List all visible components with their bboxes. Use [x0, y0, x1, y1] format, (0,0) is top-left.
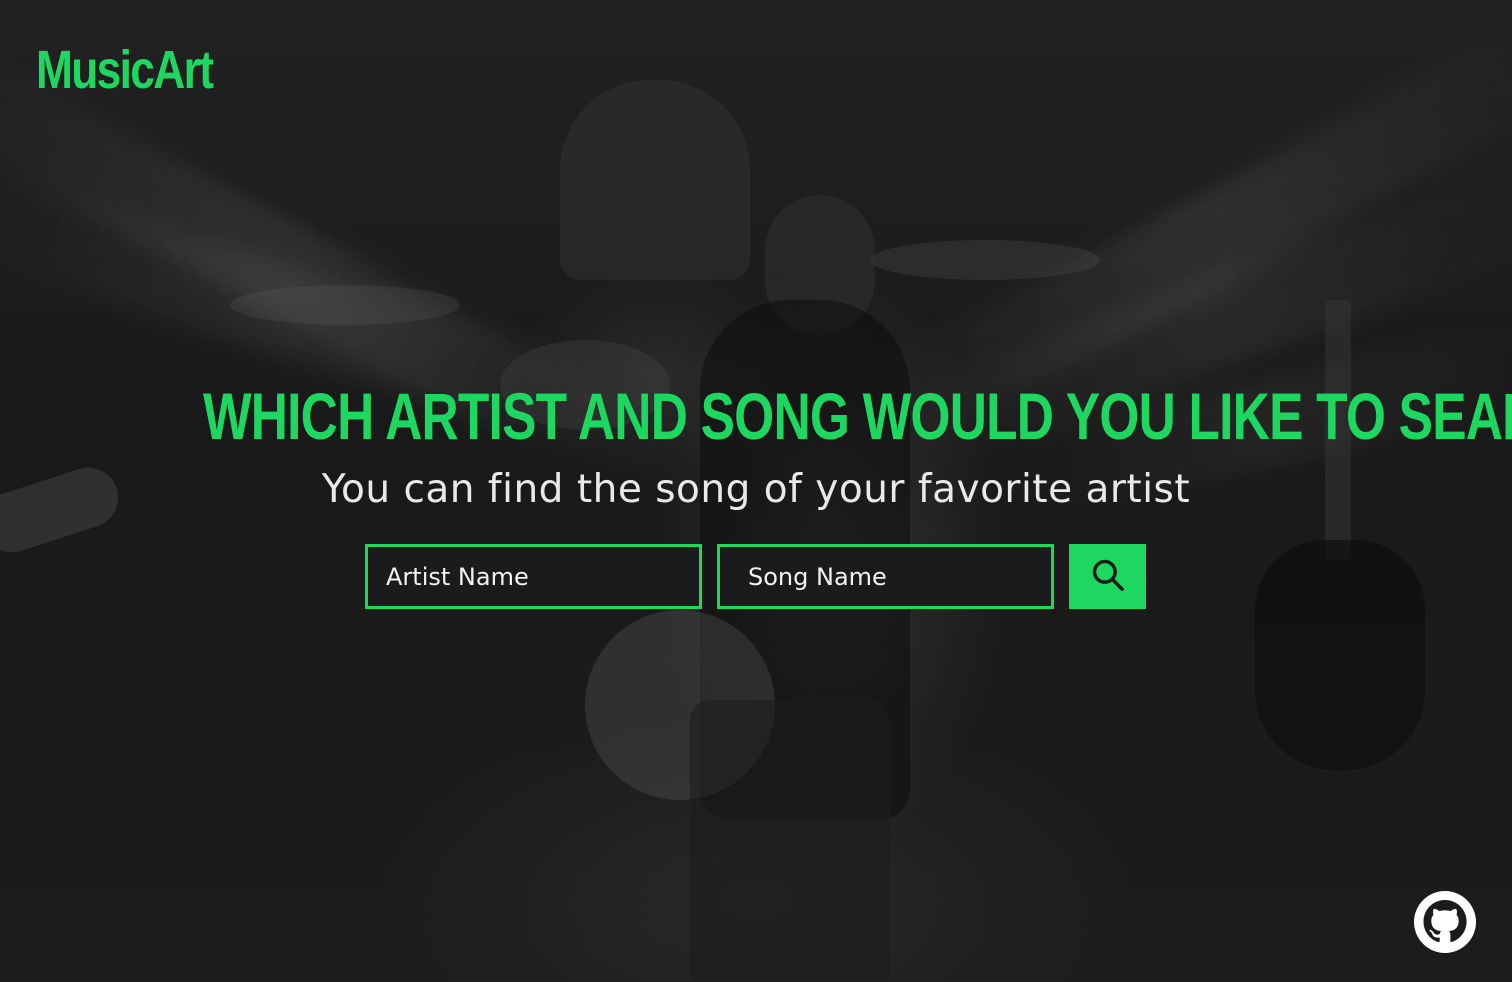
- search-button[interactable]: [1069, 544, 1146, 609]
- logo[interactable]: MusicArt: [36, 38, 214, 102]
- hero-section: WHICH ARTIST AND SONG WOULD YOU LIKE TO …: [0, 378, 1512, 514]
- artist-name-input[interactable]: [365, 544, 702, 609]
- search-form: [365, 544, 1146, 609]
- search-icon: [1089, 556, 1127, 597]
- page-subtitle: You can find the song of your favorite a…: [321, 467, 1191, 512]
- song-name-input[interactable]: [717, 544, 1054, 609]
- github-icon: [1413, 890, 1477, 954]
- landing-page: MusicArt WHICH ARTIST AND SONG WOULD YOU…: [0, 0, 1512, 982]
- page-title: WHICH ARTIST AND SONG WOULD YOU LIKE TO …: [202, 379, 1512, 453]
- github-link[interactable]: [1413, 890, 1477, 954]
